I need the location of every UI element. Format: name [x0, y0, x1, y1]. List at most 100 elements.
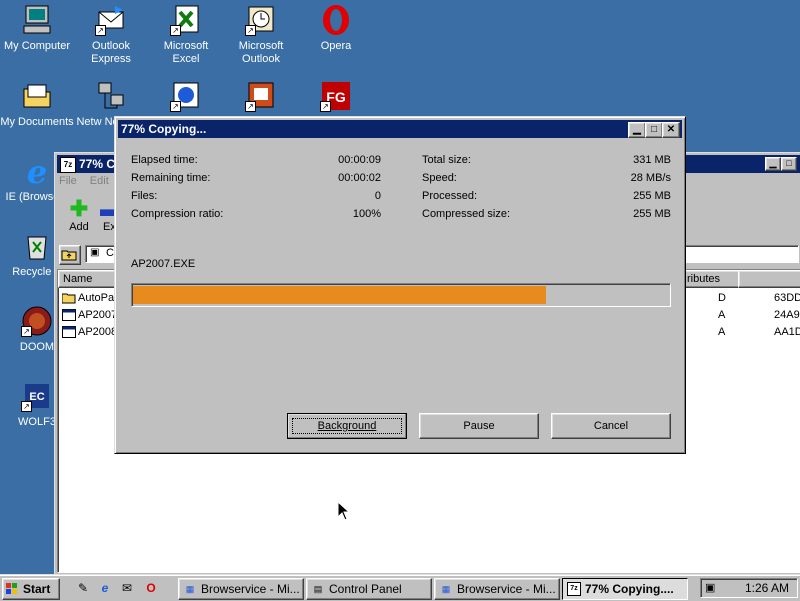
background-button[interactable]: Background: [287, 413, 407, 439]
quicklaunch-outlook-icon[interactable]: ✉: [118, 579, 136, 597]
start-label: Start: [23, 582, 51, 596]
remaining-time-value: 00:00:02: [338, 172, 381, 184]
dialog-title: 77% Copying...: [121, 122, 207, 136]
shortcut-arrow-icon: ↗: [170, 25, 181, 36]
desktop-icon-my-computer[interactable]: My Computer: [0, 4, 74, 53]
file-manager-title: 77% C: [79, 157, 116, 171]
shortcut-arrow-icon: ↗: [21, 401, 32, 412]
row-crc: AA1D: [774, 326, 800, 338]
desktop-icon-opera[interactable]: Opera: [299, 4, 373, 53]
7zip-icon: 7z: [60, 157, 76, 173]
minimize-button[interactable]: ▁: [765, 157, 781, 171]
computer-icon: [21, 4, 53, 36]
task-label: Control Panel: [329, 582, 402, 596]
start-button[interactable]: Start: [2, 578, 60, 600]
shortcut-arrow-icon: ↗: [21, 326, 32, 337]
pause-button[interactable]: Pause: [419, 413, 539, 439]
compressed-size-label: Compressed size:: [422, 208, 511, 220]
desktop-icon-label: Opera: [320, 40, 352, 52]
tray-app-icon[interactable]: ▣: [705, 579, 715, 597]
excel-icon: ↗: [170, 4, 202, 36]
desktop-icon-app-blue[interactable]: ↗: [149, 80, 223, 116]
taskbar-item-copying[interactable]: 7z 77% Copying....: [562, 578, 688, 600]
doom-icon: ↗: [21, 305, 53, 337]
quicklaunch-opera-icon[interactable]: O: [142, 579, 160, 597]
desktop-icon-app-orange[interactable]: ↗: [224, 80, 298, 116]
dialog-titlebar[interactable]: 77% Copying... ▁ □ ✕: [118, 120, 682, 138]
column-attributes-label: ributes: [687, 273, 721, 285]
row-name: AP2007: [78, 309, 118, 321]
menu-bar: File Edit: [59, 175, 119, 193]
internet-explorer-icon: e: [21, 153, 53, 191]
maximize-button[interactable]: □: [645, 122, 663, 138]
taskbar: Start ✎ e ✉ O ▦ Browservice - Mi... ▤ Co…: [0, 574, 800, 601]
total-size-label: Total size:: [422, 154, 471, 166]
taskbar-item-browservice-1[interactable]: ▦ Browservice - Mi...: [178, 578, 304, 600]
shortcut-arrow-icon: ↗: [320, 101, 331, 112]
speed-label: Speed:: [422, 172, 457, 184]
shortcut-arrow-icon: ↗: [245, 25, 256, 36]
minimize-button[interactable]: ▁: [628, 122, 646, 138]
total-size-value: 331 MB: [633, 154, 671, 166]
cancel-button-label: Cancel: [593, 420, 629, 432]
presentation-icon: ↗: [245, 80, 277, 112]
maximize-button[interactable]: □: [781, 157, 797, 171]
column-header-attributes[interactable]: ributes: [682, 270, 740, 288]
desktop-icon-label: My Documents: [0, 116, 74, 128]
folder-up-button[interactable]: [59, 245, 81, 265]
folder-icon: [62, 293, 76, 304]
cancel-button[interactable]: Cancel: [551, 413, 671, 439]
shortcut-arrow-icon: ↗: [245, 101, 256, 112]
ie-window-icon: ▦: [441, 584, 451, 594]
shortcut-arrow-icon: ↗: [95, 25, 106, 36]
menu-edit[interactable]: Edit: [90, 175, 109, 187]
desktop-icon-excel[interactable]: ↗ Microsoft Excel: [149, 4, 223, 66]
processed-label: Processed:: [422, 190, 478, 202]
outlook-clock-icon: ↗: [245, 4, 277, 36]
compression-ratio-value: 100%: [352, 208, 381, 220]
fg-app-icon: FG ↗: [320, 80, 352, 112]
desktop-icon-outlook-express[interactable]: ↗ Outlook Express: [74, 4, 148, 66]
files-value: 0: [374, 190, 381, 202]
quicklaunch-desktop-icon[interactable]: ✎: [74, 579, 92, 597]
focus-rect: [292, 418, 402, 434]
exe-file-icon: [62, 326, 76, 338]
system-tray: ▣ 1:26 AM: [700, 578, 798, 598]
elapsed-time-value: 00:00:09: [338, 154, 381, 166]
task-label: 77% Copying....: [585, 582, 674, 596]
desktop-icon-app-fg[interactable]: FG ↗: [299, 80, 373, 116]
ie-window-icon: ▦: [185, 584, 195, 594]
remaining-time-label: Remaining time:: [131, 172, 211, 184]
taskbar-item-browservice-2[interactable]: ▦ Browservice - Mi...: [434, 578, 560, 600]
taskbar-item-control-panel[interactable]: ▤ Control Panel: [306, 578, 432, 600]
mail-envelope-icon: ↗: [95, 4, 127, 36]
desktop-icon-my-documents[interactable]: My Documents: [0, 80, 74, 129]
desktop-icon-label: Outlook Express: [91, 40, 131, 65]
speed-value: 28 MB/s: [630, 172, 671, 184]
desktop-icon-label: My Computer: [3, 40, 71, 52]
column-name-label: Name: [63, 273, 93, 285]
current-file-name: AP2007.EXE: [131, 258, 196, 270]
column-header-crc[interactable]: [738, 270, 800, 288]
desktop-icon-label: Microsoft Excel: [163, 40, 209, 65]
control-panel-icon: ▤: [313, 584, 323, 594]
row-crc: 63DD(: [774, 292, 800, 304]
progress-bar-fill: [133, 286, 546, 304]
clock[interactable]: 1:26 AM: [745, 579, 789, 597]
folder-icon: [21, 80, 53, 112]
pause-button-label: Pause: [463, 420, 495, 432]
close-button[interactable]: ✕: [662, 122, 680, 138]
exe-file-icon: [62, 309, 76, 321]
shortcut-arrow-icon: ↗: [170, 101, 181, 112]
menu-file[interactable]: File: [59, 175, 77, 187]
row-attr: A: [718, 309, 726, 321]
copy-progress-dialog: 77% Copying... ▁ □ ✕ Elapsed time: 00:00…: [114, 116, 686, 454]
svg-text:e: e: [27, 155, 47, 187]
desktop-icon-label: Microsoft Outlook: [238, 40, 284, 65]
desktop-icon-outlook[interactable]: ↗ Microsoft Outlook: [224, 4, 298, 66]
row-crc: 24A9:: [774, 309, 800, 321]
row-attr: A: [718, 326, 726, 338]
recycle-bin-icon: [21, 230, 53, 262]
quicklaunch-ie-icon[interactable]: e: [96, 579, 114, 597]
network-icon: [95, 80, 127, 112]
